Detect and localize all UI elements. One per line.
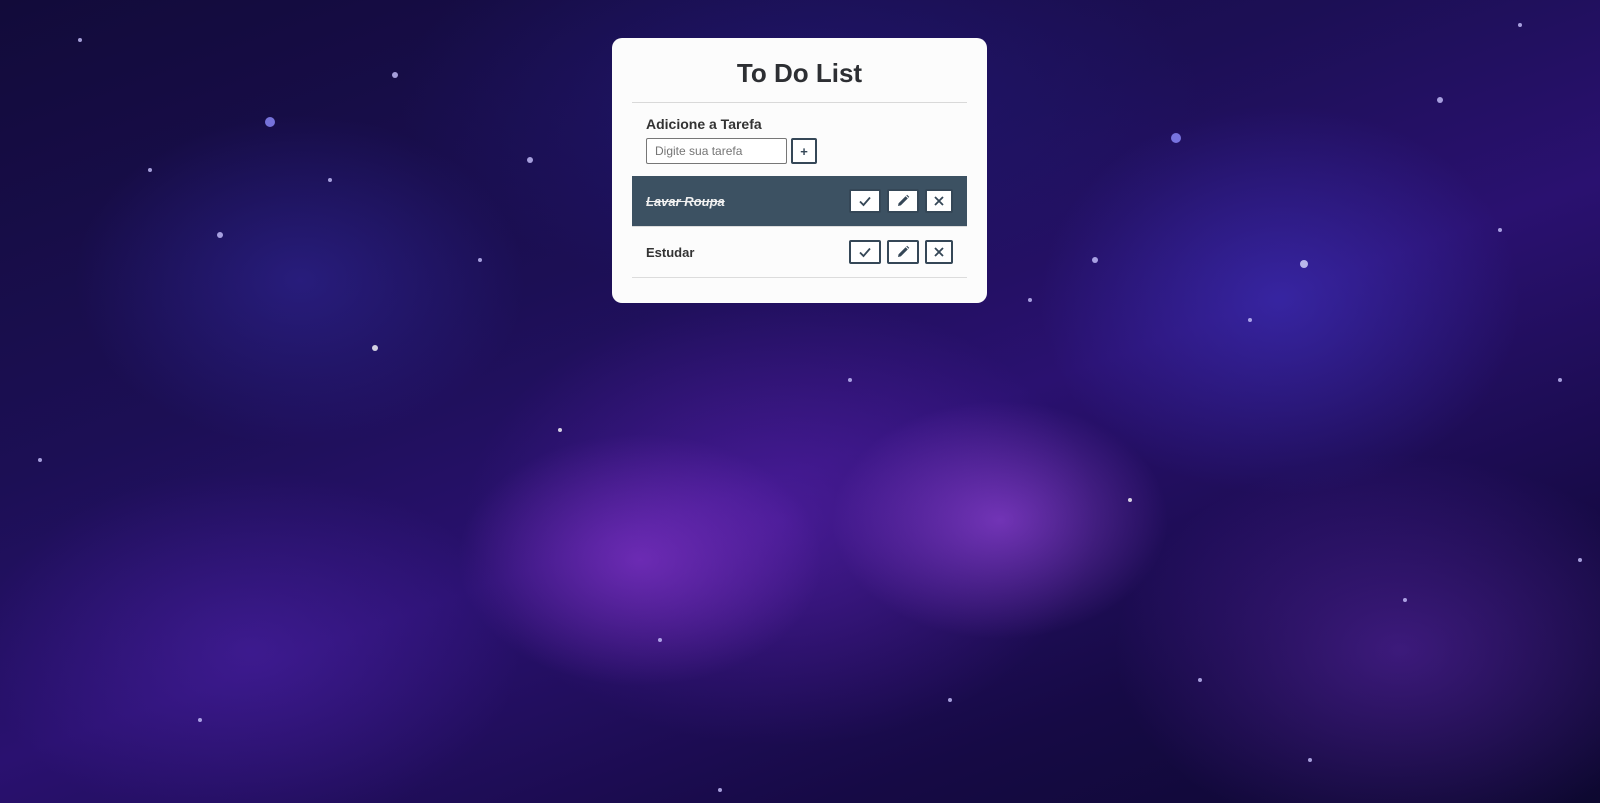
task-input[interactable]: [646, 138, 787, 164]
todo-text: Estudar: [646, 244, 695, 260]
close-icon: [934, 196, 944, 206]
complete-button[interactable]: [849, 240, 881, 264]
close-icon: [934, 247, 944, 257]
todo-item-lavar-roupa: Lavar Roupa: [632, 176, 967, 227]
todo-item-estudar: Estudar: [632, 227, 967, 278]
check-icon: [859, 196, 871, 207]
todo-card: To Do List Adicione a Tarefa + Lavar Rou…: [612, 38, 987, 303]
page-title: To Do List: [736, 58, 863, 88]
add-task-row: +: [646, 138, 953, 164]
pencil-icon: [898, 194, 910, 206]
todo-text: Lavar Roupa: [646, 193, 725, 209]
check-icon: [859, 247, 871, 258]
pencil-icon: [898, 245, 910, 257]
edit-button[interactable]: [887, 189, 919, 213]
todo-actions: [849, 240, 953, 264]
remove-button[interactable]: [925, 189, 953, 213]
add-task-button[interactable]: +: [791, 138, 817, 164]
add-task-form: Adicione a Tarefa +: [632, 103, 967, 176]
edit-button[interactable]: [887, 240, 919, 264]
complete-button[interactable]: [849, 189, 881, 213]
todo-actions: [849, 189, 953, 213]
remove-button[interactable]: [925, 240, 953, 264]
add-task-label: Adicione a Tarefa: [646, 116, 762, 132]
